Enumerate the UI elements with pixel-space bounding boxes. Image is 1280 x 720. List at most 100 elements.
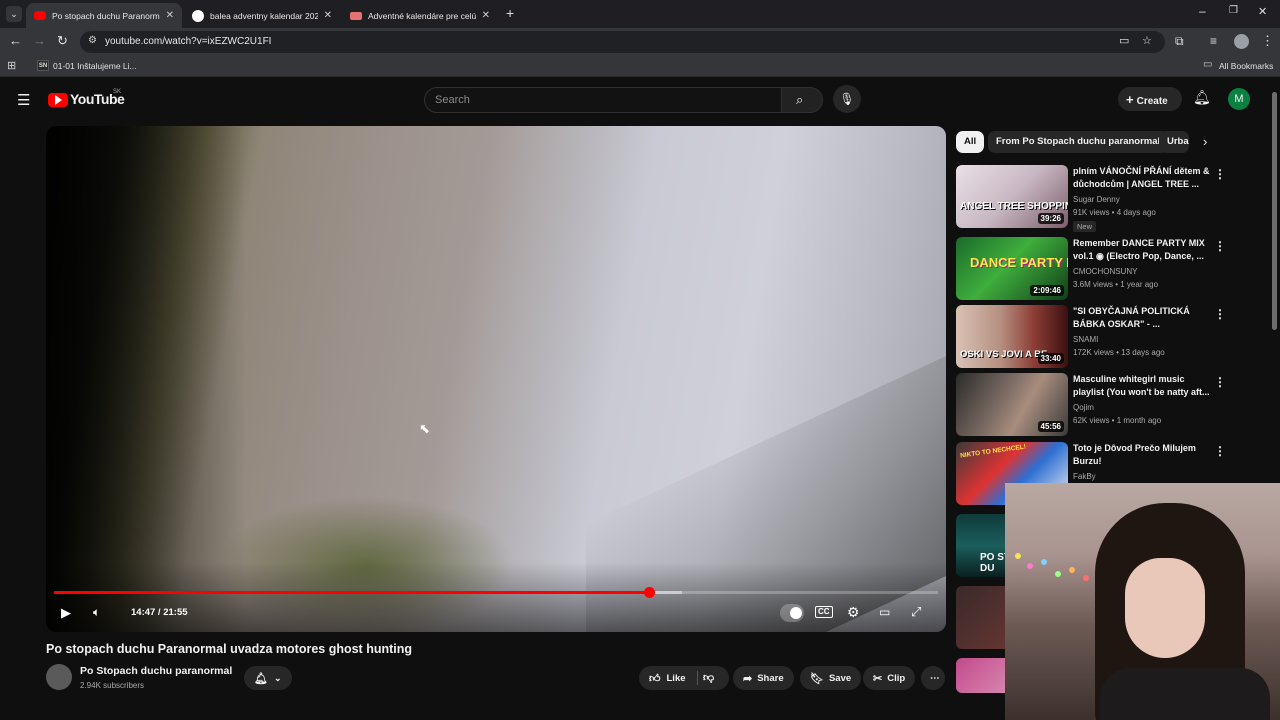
thumbs-down-icon[interactable]: 👎︎	[703, 671, 714, 684]
chevron-right-icon[interactable]: ›	[1203, 134, 1207, 149]
recommendation-channel[interactable]: FakBy	[1073, 472, 1096, 481]
video-thumbnail[interactable]: 45:56	[956, 373, 1068, 436]
chip-urban[interactable]: Urba	[1159, 131, 1189, 153]
minimize-icon[interactable]: –	[1199, 4, 1206, 18]
progress-bar[interactable]	[54, 587, 938, 598]
settings-gear-icon[interactable]: ⚙	[847, 604, 860, 621]
more-vertical-icon[interactable]: ⋮	[1214, 167, 1226, 181]
tab-google-search[interactable]: balea adventny kalendar 2025 - ✕	[184, 3, 340, 28]
back-arrow-icon[interactable]: ←	[9, 33, 22, 48]
recommendation-channel[interactable]: Qojim	[1073, 403, 1094, 412]
video-thumbnail[interactable]: ANGEL TREE SHOPPING 39:26	[956, 165, 1068, 228]
voice-search-button[interactable]: 🎙	[833, 85, 861, 113]
forward-arrow-icon[interactable]: →	[33, 33, 46, 48]
create-button[interactable]: + Create	[1118, 87, 1182, 111]
extensions-icon[interactable]: ⧉	[1175, 34, 1184, 49]
save-label: Save	[828, 672, 852, 684]
clip-label: Clip	[887, 672, 906, 684]
window-close-icon[interactable]: ✕	[1258, 5, 1267, 18]
region-code: SK	[113, 89, 122, 95]
close-icon[interactable]: ✕	[166, 10, 174, 21]
recommendation-title[interactable]: plním VÁNOČNÍ PŘÁNÍ dětem & důchodcům | …	[1073, 165, 1213, 191]
microphone-icon: 🎙	[839, 92, 855, 106]
browser-menu-icon[interactable]: ⋮	[1261, 33, 1274, 49]
share-label: Share	[757, 672, 784, 684]
site-info-icon[interactable]: ⚙	[88, 35, 97, 46]
account-avatar[interactable]: M	[1228, 88, 1250, 110]
bookmark-star-icon[interactable]: ☆	[1142, 34, 1152, 47]
recommendation-item[interactable]: OSKI VS JOVI A BE 33:40 "SI OBYČAJNÁ POL…	[956, 305, 1266, 373]
volume-icon[interactable]: 🔈︎	[93, 605, 100, 620]
more-vertical-icon[interactable]: ⋮	[1214, 239, 1226, 253]
search-input[interactable]: Search	[424, 87, 782, 113]
recommendation-channel[interactable]: Sugar Denny	[1073, 195, 1120, 204]
page-scrollbar[interactable]	[1272, 92, 1277, 330]
restore-icon[interactable]: ❐	[1229, 5, 1238, 16]
play-icon[interactable]: ▶	[61, 605, 71, 621]
recommendation-channel[interactable]: CMOCHONSUNY	[1073, 267, 1137, 276]
theater-mode-icon[interactable]: ▭	[879, 605, 890, 619]
chip-from-channel[interactable]: From Po Stopach duchu paranormal	[988, 131, 1169, 153]
tab-title: balea adventny kalendar 2025 -	[210, 10, 318, 21]
recommendation-channel[interactable]: SNAMI	[1073, 335, 1098, 344]
duration-badge: 33:40	[1037, 353, 1064, 364]
recommendation-title[interactable]: Masculine whitegirl music playlist (You …	[1073, 373, 1213, 399]
video-thumbnail[interactable]: DANCE PARTY MIX 2:09:46	[956, 237, 1068, 300]
scissors-icon: ✂	[873, 672, 883, 685]
like-button[interactable]: 👍︎ Like 👎︎	[639, 666, 729, 690]
thumbnail-text: NIKTO TO NECHCEL!	[959, 443, 1027, 460]
hamburger-menu-icon[interactable]: ☰	[17, 91, 30, 109]
youtube-logo-icon[interactable]	[48, 93, 68, 107]
recommendation-meta: 91K views • 4 days ago	[1073, 208, 1156, 217]
duration-badge: 2:09:46	[1030, 285, 1064, 296]
search-button[interactable]: ⌕	[781, 87, 823, 113]
more-vertical-icon[interactable]: ⋮	[1214, 375, 1226, 389]
video-title: Po stopach duchu Paranormal uvadza motor…	[46, 642, 413, 656]
address-bar[interactable]: ⚙ youtube.com/watch?v=ixEZWC2U1FI ▭ ☆	[80, 31, 1165, 53]
video-thumbnail[interactable]: OSKI VS JOVI A BE 33:40	[956, 305, 1068, 368]
media-controls-icon[interactable]: ≡	[1210, 34, 1217, 48]
recommendation-title[interactable]: Toto je Dôvod Prečo Milujem Burzu!	[1073, 442, 1213, 468]
autoplay-toggle[interactable]	[780, 604, 804, 622]
tab-youtube[interactable]: Po stopach duchu Paranormal u ✕	[26, 3, 182, 28]
close-icon[interactable]: ✕	[324, 10, 332, 21]
subtitles-icon[interactable]: CC	[815, 606, 833, 618]
more-actions-button[interactable]: ⋯	[921, 666, 945, 690]
cast-icon[interactable]: ▭	[1119, 34, 1129, 47]
fullscreen-icon[interactable]: ⤢	[911, 604, 921, 620]
save-button[interactable]: 🔖︎ Save	[800, 666, 862, 690]
bell-icon: 🔔︎	[254, 672, 268, 685]
scrubber-knob[interactable]	[643, 587, 655, 598]
recommendation-meta: 172K views • 13 days ago	[1073, 348, 1165, 357]
close-icon[interactable]: ✕	[482, 10, 490, 21]
new-tab-plus-icon[interactable]: +	[506, 5, 514, 21]
apps-grid-icon[interactable]: ⊞	[7, 59, 16, 72]
video-player[interactable]	[46, 126, 946, 632]
notifications-bell-icon[interactable]: 🔔︎	[1193, 89, 1211, 106]
chip-all[interactable]: All	[956, 131, 985, 153]
bookmark-item[interactable]: 01-01 Inštalujeme Li...	[53, 61, 137, 71]
tab-advent-calendars[interactable]: Adventné kalendáre pre celú ro ✕	[342, 3, 498, 28]
recommendation-title[interactable]: Remember DANCE PARTY MIX vol.1 ◉ (Electr…	[1073, 237, 1213, 263]
new-badge: New	[1073, 221, 1097, 232]
recommendation-item[interactable]: 45:56 Masculine whitegirl music playlist…	[956, 373, 1266, 441]
mouse-cursor-icon: ⬉	[419, 421, 430, 436]
tab-search-button[interactable]: ⌄	[6, 6, 22, 22]
recommendation-title[interactable]: "SI OBYČAJNÁ POLITICKÁ BÁBKA OSKAR" - ..…	[1073, 305, 1213, 331]
recommendation-item[interactable]: ANGEL TREE SHOPPING 39:26 plním VÁNOČNÍ …	[956, 165, 1266, 233]
thumbs-up-icon: 👍︎	[649, 672, 661, 685]
webcam-overlay	[1005, 483, 1280, 720]
url-text[interactable]: youtube.com/watch?v=ixEZWC2U1FI	[105, 36, 271, 47]
channel-name[interactable]: Po Stopach duchu paranormal	[80, 665, 232, 677]
clip-button[interactable]: ✂ Clip	[863, 666, 916, 690]
channel-avatar[interactable]	[46, 664, 72, 690]
more-vertical-icon[interactable]: ⋮	[1214, 444, 1226, 458]
reload-icon[interactable]: ↻	[57, 33, 68, 49]
profile-avatar[interactable]	[1234, 34, 1249, 49]
subscribed-button[interactable]: 🔔︎ ⌄	[244, 666, 292, 690]
recommendation-item[interactable]: DANCE PARTY MIX 2:09:46 Remember DANCE P…	[956, 237, 1266, 305]
share-button[interactable]: ➦ Share	[733, 666, 794, 690]
search-icon: ⌕	[796, 92, 804, 107]
all-bookmarks-link[interactable]: All Bookmarks	[1219, 61, 1273, 71]
more-vertical-icon[interactable]: ⋮	[1214, 307, 1226, 321]
